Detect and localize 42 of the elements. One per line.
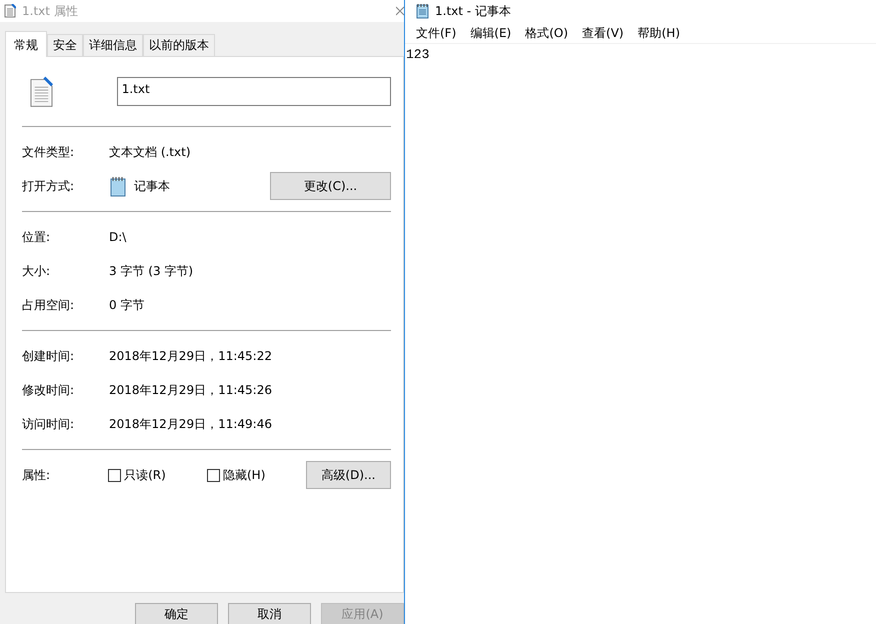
field-value: D:\ [109, 229, 126, 246]
checkbox-label: 只读(R) [124, 467, 166, 484]
field-value: 记事本 [134, 178, 170, 195]
field-label: 访问时间: [22, 416, 76, 433]
menu-item[interactable]: 文件(F) [409, 24, 464, 42]
field-label: 属性: [22, 467, 52, 484]
notepad-icon [415, 3, 429, 19]
tab[interactable]: 常规 [5, 31, 47, 57]
field-value: 2018年12月29日，11:45:26 [109, 382, 272, 399]
change-button[interactable]: 更改(C)... [270, 172, 391, 200]
field-value: 3 字节 (3 字节) [109, 263, 194, 280]
window-title: 1.txt - 记事本 [435, 3, 511, 20]
field-value: 0 字节 [109, 297, 144, 314]
tab[interactable]: 安全 [47, 34, 83, 56]
text-content[interactable]: 123 [405, 44, 876, 66]
checkbox[interactable] [206, 468, 220, 482]
checkbox[interactable] [108, 468, 122, 482]
file-name-field[interactable]: 1.txt [116, 77, 391, 106]
menu-item[interactable]: 编辑(E) [463, 24, 518, 42]
window-title: 1.txt 属性 [22, 3, 79, 20]
field-label: 文件类型: [22, 144, 76, 161]
menu-item[interactable]: 格式(O) [518, 24, 576, 42]
field-label: 修改时间: [22, 382, 76, 399]
menu-item[interactable]: 帮助(H) [630, 24, 687, 42]
field-value: 2018年12月29日，11:45:22 [109, 348, 272, 365]
dialog-button[interactable]: 确定 [135, 603, 218, 624]
dialog-button[interactable]: 取消 [228, 603, 311, 624]
menu-item[interactable]: 查看(V) [575, 24, 631, 42]
notepad-icon [109, 176, 127, 196]
close-icon[interactable] [396, 6, 404, 16]
field-label: 占用空间: [22, 297, 76, 314]
field-label: 位置: [22, 229, 52, 246]
field-label: 大小: [22, 263, 52, 280]
tab[interactable]: 详细信息 [83, 34, 143, 56]
document-icon [4, 4, 16, 18]
tab[interactable]: 以前的版本 [143, 34, 215, 56]
field-value: 文本文档 (.txt) [109, 144, 191, 161]
advanced-button[interactable]: 高级(D)... [306, 461, 391, 489]
checkbox-label: 隐藏(H) [222, 467, 266, 484]
field-value: 2018年12月29日，11:49:46 [109, 416, 272, 433]
field-label: 打开方式: [22, 178, 76, 195]
field-label: 创建时间: [22, 348, 76, 365]
